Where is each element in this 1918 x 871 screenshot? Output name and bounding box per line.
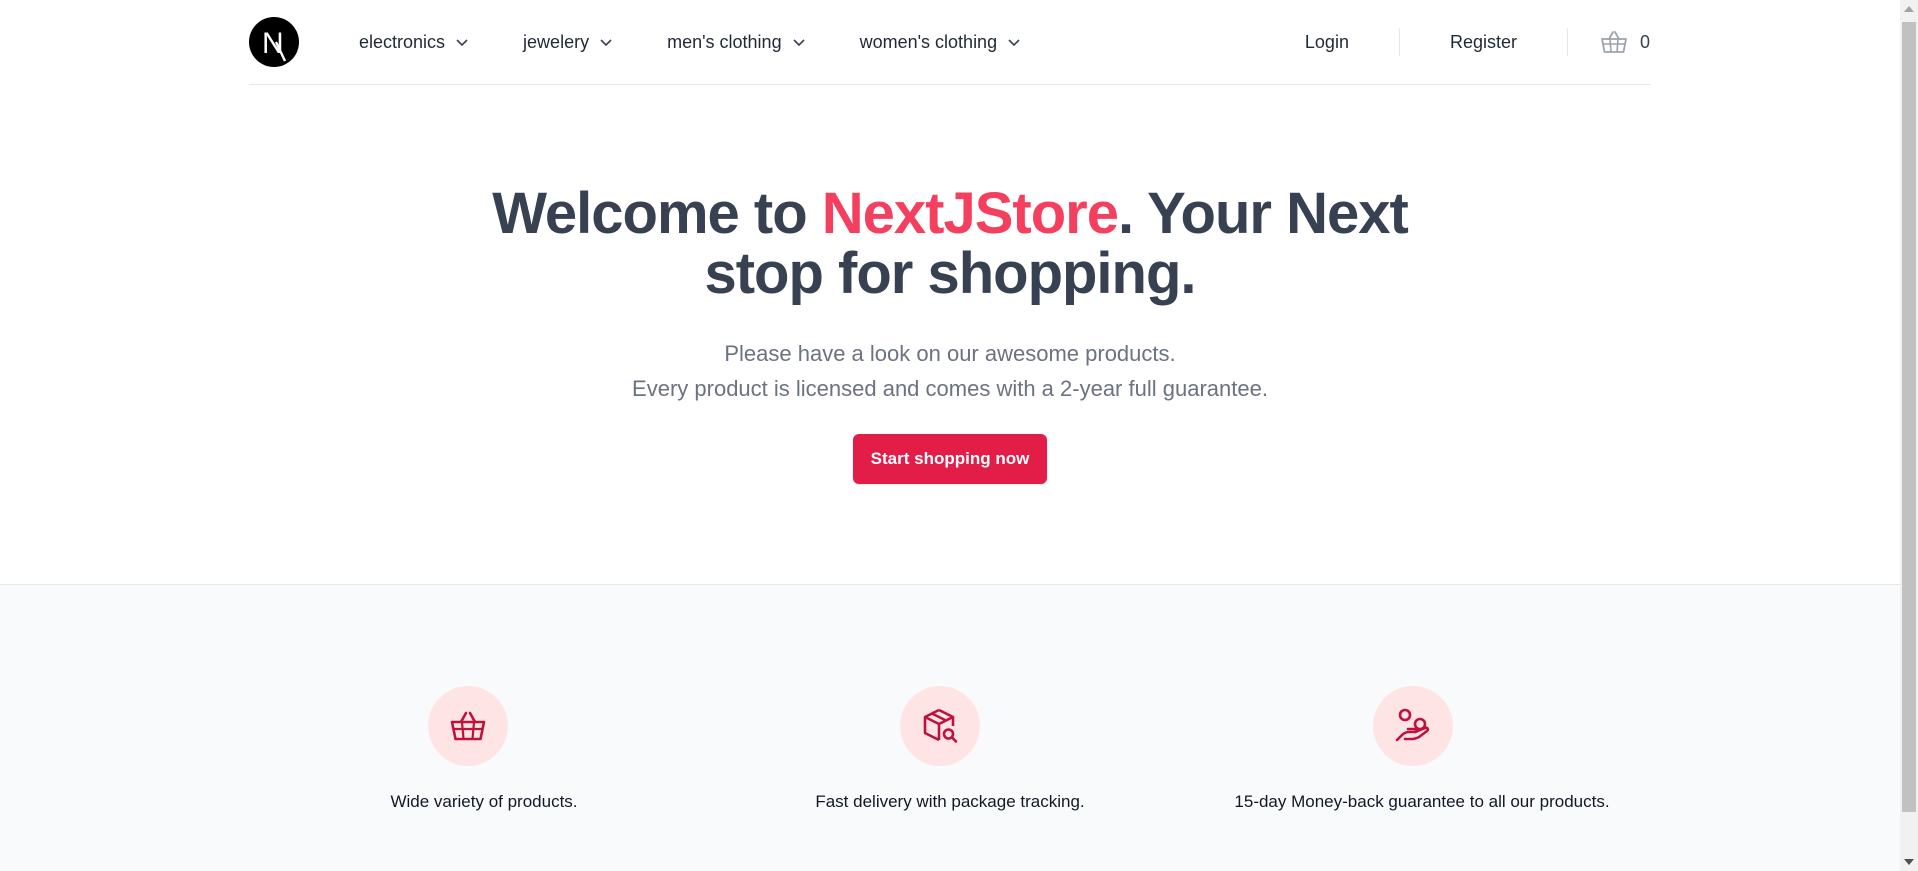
nav-item-label: women's clothing — [859, 31, 998, 52]
scroll-down-arrow[interactable] — [1904, 859, 1914, 865]
feature-label: 15-day Money-back guarantee to all our p… — [1234, 792, 1610, 811]
hero-title-suffix: . Your Next — [1117, 181, 1409, 246]
feature-icon-circle — [1373, 686, 1453, 766]
logo-n-icon: N — [262, 27, 287, 62]
page: N electronics jewelery men's clothing wo… — [0, 0, 1900, 871]
feature-label: Fast delivery with package tracking. — [815, 792, 1085, 811]
logo[interactable]: N — [249, 17, 299, 67]
svg-text:N: N — [262, 27, 284, 60]
nav-item-electronics[interactable]: electronics — [359, 32, 469, 53]
nav-item-label: jewelery — [523, 31, 590, 52]
hero-subtitle: Please have a look on our awesome produc… — [0, 336, 1900, 406]
cart-button[interactable]: 0 — [1568, 29, 1650, 55]
start-shopping-button[interactable]: Start shopping now — [853, 434, 1047, 484]
chevron-down-icon — [793, 39, 805, 47]
feature-icon-circle — [428, 686, 508, 766]
hero-subtitle-line2: Every product is licensed and comes with… — [632, 376, 1268, 401]
hero-title: Welcome to NextJStore. Your Next stop fo… — [0, 184, 1900, 304]
register-link[interactable]: Register — [1400, 32, 1567, 53]
chevron-down-icon — [456, 39, 468, 47]
hero-section: Welcome to NextJStore. Your Next stop fo… — [0, 84, 1900, 584]
basket-icon — [450, 711, 486, 741]
category-nav: electronics jewelery men's clothing wome… — [359, 0, 1075, 84]
nav-item-jewelery[interactable]: jewelery — [523, 32, 613, 53]
feature-label: Wide variety of products. — [390, 792, 578, 811]
scrollbar-thumb[interactable] — [1902, 22, 1916, 812]
feature-icon-circle — [900, 686, 980, 766]
scroll-up-arrow[interactable] — [1904, 6, 1914, 12]
account-nav: Login Register 0 — [1255, 0, 1650, 84]
hero-title-line2: stop for shopping. — [704, 241, 1196, 306]
features-section: Wide variety of products. Fast delivery … — [0, 584, 1900, 871]
nav-item-mens-clothing[interactable]: men's clothing — [667, 32, 806, 53]
hero-subtitle-line1: Please have a look on our awesome produc… — [724, 341, 1176, 366]
brand-name: NextJStore — [821, 181, 1119, 246]
login-link[interactable]: Login — [1255, 32, 1399, 53]
basket-icon — [1601, 31, 1627, 53]
site-header: N electronics jewelery men's clothing wo… — [249, 0, 1650, 85]
nav-item-womens-clothing[interactable]: women's clothing — [860, 32, 1022, 53]
hero-title-prefix: Welcome to — [492, 181, 822, 246]
nav-item-label: men's clothing — [667, 31, 782, 52]
package-search-icon — [923, 708, 958, 743]
cart-count: 0 — [1639, 31, 1650, 52]
nav-item-label: electronics — [359, 31, 446, 52]
page-scrollbar[interactable] — [1900, 0, 1918, 871]
hand-money-icon — [1395, 708, 1430, 742]
chevron-down-icon — [600, 39, 612, 47]
chevron-down-icon — [1008, 39, 1020, 47]
